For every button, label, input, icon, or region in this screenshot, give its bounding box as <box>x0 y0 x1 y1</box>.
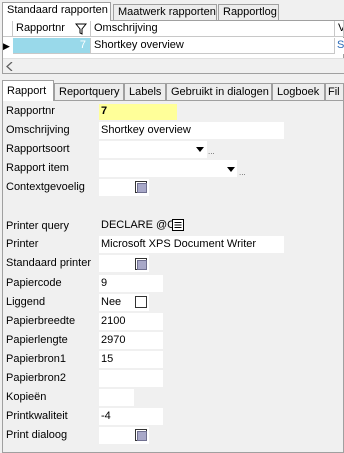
print-dialoog-checkbox[interactable] <box>135 429 147 441</box>
filter-icon[interactable] <box>75 23 87 35</box>
rapportsoort-ellipsis-button[interactable]: ... <box>208 148 215 156</box>
standaard-printer-checkbox[interactable] <box>135 258 147 270</box>
papierbreedte-field[interactable]: 2100 <box>99 313 163 330</box>
printer-field[interactable]: Microsoft XPS Document Writer <box>99 236 284 253</box>
papierbron1-field[interactable]: 15 <box>99 351 163 368</box>
label-rapportnr: Rapportnr <box>6 105 55 117</box>
label-papierbron1: Papierbron1 <box>6 353 66 365</box>
rapportsoort-select[interactable] <box>99 141 207 158</box>
tab-standaard-rapporten[interactable]: Standaard rapporten <box>2 2 111 21</box>
tab-reportquery[interactable]: Reportquery <box>54 83 124 101</box>
tab-rapport[interactable]: Rapport <box>2 80 54 101</box>
grid-cell-omschrijving[interactable]: Shortkey overview <box>91 38 335 54</box>
column-header-omschrijving[interactable]: Omschrijving <box>91 21 335 37</box>
papierbron2-field[interactable] <box>99 370 163 387</box>
label-printer: Printer <box>6 238 39 250</box>
omschrijving-field[interactable]: Shortkey overview <box>99 122 284 139</box>
liggend-checkbox[interactable] <box>135 296 147 308</box>
memo-editor-icon[interactable] <box>172 219 184 231</box>
column-header-v[interactable]: V <box>335 21 344 37</box>
tab-rapportlog[interactable]: Rapportlog <box>218 4 279 21</box>
tab-gebruikt-in-dialogen[interactable]: Gebruikt in dialogen <box>166 83 272 101</box>
rapport-item-select[interactable] <box>99 160 237 177</box>
printkwaliteit-field[interactable]: -4 <box>99 408 163 425</box>
rapportsoort-dropdown-icon[interactable] <box>196 147 204 152</box>
scroll-left-icon[interactable] <box>6 62 14 71</box>
printer-query-field[interactable]: DECLARE @C <box>101 218 175 232</box>
label-papierbron2: Papierbron2 <box>6 372 66 384</box>
label-papierlengte: Papierlengte <box>6 334 68 346</box>
tab-maatwerk-rapporten[interactable]: Maatwerk rapporten <box>113 4 217 21</box>
kopieen-field[interactable] <box>99 389 134 406</box>
label-standaard-printer: Standaard printer <box>6 257 91 269</box>
grid-horizontal-scrollbar[interactable] <box>3 58 344 73</box>
rapport-item-dropdown-icon[interactable] <box>227 167 235 172</box>
label-print-dialoog: Print dialoog <box>6 429 68 441</box>
label-printer-query: Printer query <box>6 220 69 232</box>
grid-cell-rapportnr[interactable]: 7 <box>13 38 91 54</box>
label-liggend: Liggend <box>6 296 46 308</box>
papierlengte-field[interactable]: 2970 <box>99 332 163 349</box>
label-kopieen: Kopieën <box>6 391 47 403</box>
label-rapportsoort: Rapportsoort <box>6 143 70 155</box>
label-contextgevoelig: Contextgevoelig <box>6 181 85 193</box>
label-rapport-item: Rapport item <box>6 162 69 174</box>
label-omschrijving: Omschrijving <box>6 124 70 136</box>
contextgevoelig-checkbox[interactable] <box>135 181 147 193</box>
papiercode-field[interactable]: 9 <box>99 275 163 292</box>
label-printkwaliteit: Printkwaliteit <box>6 410 68 422</box>
tab-fil[interactable]: Fil <box>325 83 344 101</box>
tab-labels[interactable]: Labels <box>124 83 166 101</box>
label-papiercode: Papiercode <box>6 277 62 289</box>
row-indicator-icon: ▶ <box>3 41 10 51</box>
rapport-item-ellipsis-button[interactable]: ... <box>239 169 246 177</box>
tab-logboek[interactable]: Logboek <box>272 83 325 101</box>
column-header-rapportnr-label: Rapportnr <box>16 22 65 34</box>
label-papierbreedte: Papierbreedte <box>6 315 76 327</box>
rapportnr-field[interactable]: 7 <box>99 104 177 120</box>
grid-corner <box>3 21 13 37</box>
grid-cell-v[interactable]: S <box>335 38 344 54</box>
